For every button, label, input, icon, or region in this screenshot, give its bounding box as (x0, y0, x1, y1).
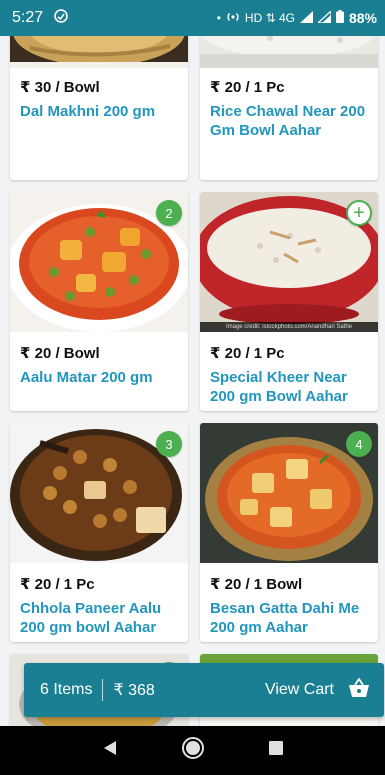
status-bar: 5:27 • HD ⇅ 4G 88% (0, 0, 385, 36)
product-image (200, 36, 378, 68)
system-nav-bar (0, 726, 385, 775)
network-type: HD ⇅ 4G (244, 11, 295, 25)
home-icon[interactable] (181, 736, 205, 765)
product-price: ₹ 20 / 1 Bowl (210, 576, 303, 593)
recents-icon[interactable] (268, 740, 284, 761)
cart-count-badge[interactable]: 3 (156, 431, 182, 457)
battery-icon (335, 10, 344, 26)
hotspot-icon (226, 10, 240, 27)
product-card[interactable]: 4 ₹ 20 / 1 Bowl Besan Gatta Dahi Me 200 … (200, 423, 378, 642)
product-image (10, 36, 188, 68)
product-card[interactable]: ₹ 20 / 1 Pc Rice Chawal Near 200 Gm Bowl… (200, 36, 378, 180)
product-card[interactable]: 3 ₹ 20 / 1 Pc Chhola Paneer Aalu 200 gm … (10, 423, 188, 642)
product-price: ₹ 20 / Bowl (20, 345, 100, 362)
back-icon[interactable] (102, 740, 118, 761)
status-time: 5:27 (12, 9, 44, 26)
product-card[interactable]: ₹ 30 / Bowl Dal Makhni 200 gm (10, 36, 188, 180)
basket-icon[interactable] (348, 676, 370, 703)
add-to-cart-button[interactable]: + (346, 200, 372, 226)
product-price: ₹ 20 / 1 Pc (210, 345, 285, 362)
image-credit: Image credit: istockphoto.com/Anandhari … (200, 322, 378, 332)
product-name[interactable]: Aalu Matar 200 gm (20, 368, 178, 387)
battery-level: 88% (348, 10, 377, 26)
notification-dot-icon: • (216, 11, 221, 25)
product-card[interactable]: 2 ₹ 20 / Bowl Aalu Matar 200 gm (10, 192, 188, 411)
product-price: ₹ 30 / Bowl (20, 79, 100, 96)
product-name[interactable]: Special Kheer Near 200 gm Bowl Aahar (210, 368, 368, 406)
product-name[interactable]: Chhola Paneer Aalu 200 gm bowl Aahar (20, 599, 178, 637)
signal-icon (299, 10, 313, 26)
cart-divider (102, 679, 104, 701)
cart-item-count: 6 Items (40, 681, 93, 698)
product-card[interactable]: Image credit: istockphoto.com/Anandhari … (200, 192, 378, 411)
product-name[interactable]: Rice Chawal Near 200 Gm Bowl Aahar (210, 102, 368, 140)
product-image: 4 (200, 423, 378, 563)
product-price: ₹ 20 / 1 Pc (20, 576, 95, 593)
view-cart-button[interactable]: View Cart (265, 681, 334, 699)
signal-icon-2 (316, 9, 332, 26)
product-image: 2 (10, 192, 188, 332)
cart-total: ₹ 368 (113, 682, 155, 699)
product-price: ₹ 20 / 1 Pc (210, 79, 285, 96)
product-grid-scroll[interactable]: ₹ 30 / Bowl Dal Makhni 200 gm ₹ 20 / 1 P… (0, 36, 385, 726)
cart-count-badge[interactable]: 2 (156, 200, 182, 226)
product-grid: ₹ 30 / Bowl Dal Makhni 200 gm ₹ 20 / 1 P… (10, 36, 382, 726)
product-image: Image credit: istockphoto.com/Anandhari … (200, 192, 378, 332)
view-cart-bar[interactable]: 6 Items ₹ 368 View Cart (24, 663, 384, 717)
product-name[interactable]: Dal Makhni 200 gm (20, 102, 178, 121)
sync-icon (53, 8, 69, 29)
product-name[interactable]: Besan Gatta Dahi Me 200 gm Aahar (210, 599, 368, 637)
product-image: 3 (10, 423, 188, 563)
cart-count-badge[interactable]: 4 (346, 431, 372, 457)
